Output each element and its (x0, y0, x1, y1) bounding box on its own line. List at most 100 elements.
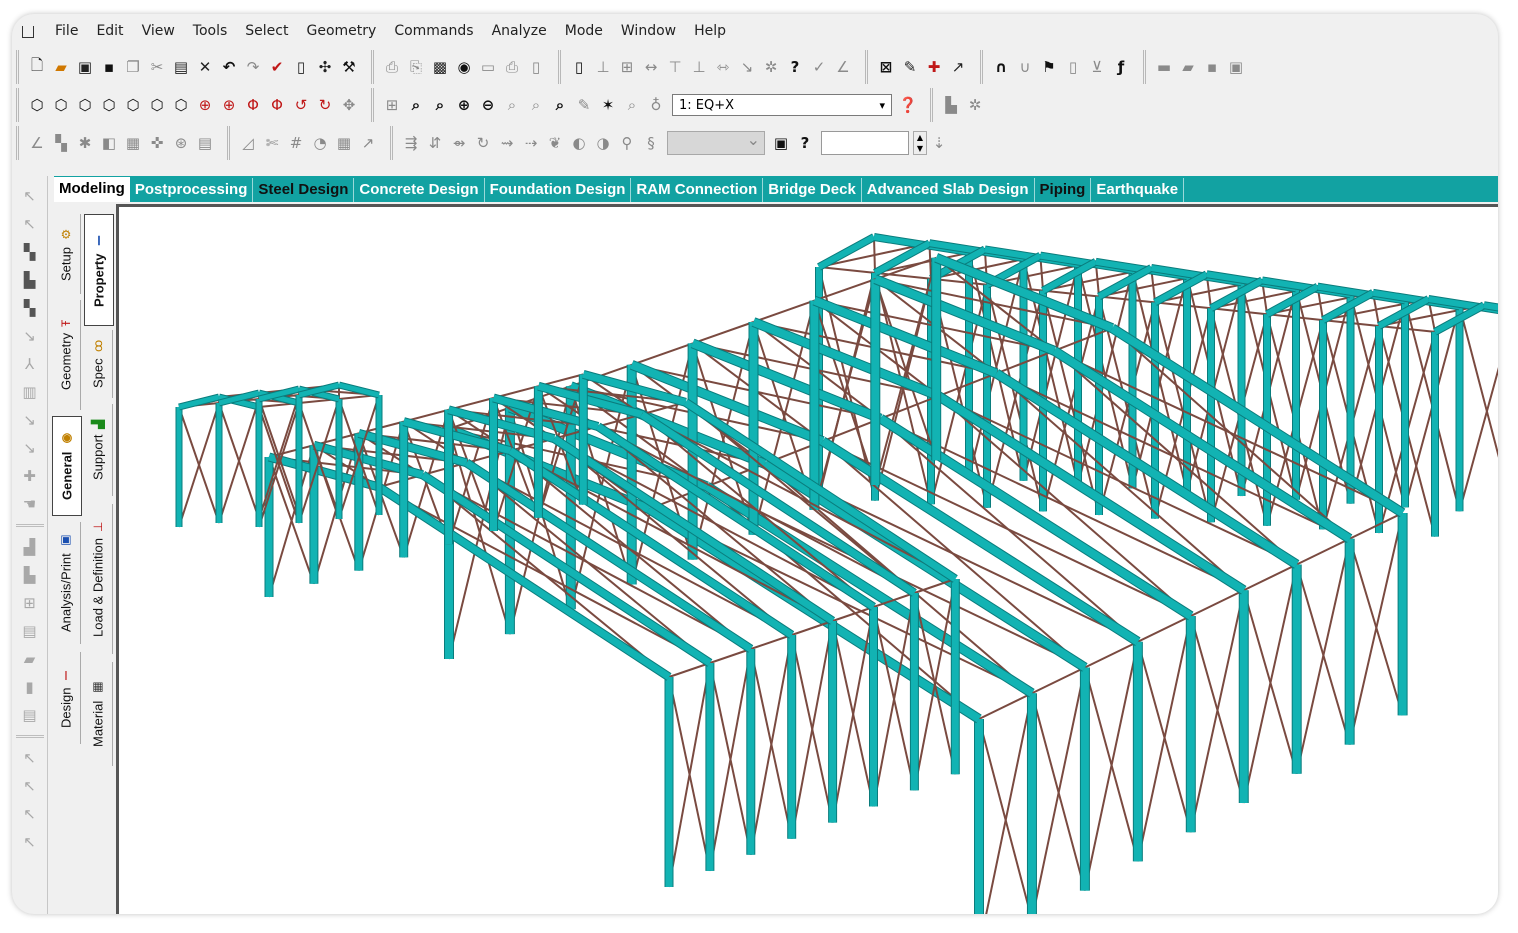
zoom-previous-icon[interactable]: ⌕ (502, 94, 522, 116)
paste-icon[interactable]: ▤ (171, 56, 191, 78)
menu-help[interactable]: Help (685, 23, 735, 39)
bracing-member[interactable] (1098, 295, 1156, 304)
page-icon[interactable]: ▯ (569, 56, 589, 78)
delete-icon[interactable]: ✕ (195, 56, 215, 78)
table-icon[interactable]: ▤ (195, 132, 215, 154)
print-preview-icon[interactable]: ⎘ (406, 56, 426, 78)
steel-member[interactable] (873, 240, 931, 276)
help-box-icon[interactable]: ? (795, 132, 815, 154)
results-e-icon[interactable]: ⇝ (497, 132, 517, 154)
brace-tool-icon[interactable]: ▰ (19, 648, 41, 670)
bracing-member[interactable] (1348, 512, 1404, 745)
bracing-member[interactable] (1189, 590, 1245, 833)
bracing-member[interactable] (1053, 327, 1113, 352)
mesh-icon[interactable]: ✚ (924, 56, 944, 78)
bracing-member[interactable] (692, 321, 754, 345)
pointer-line-icon[interactable]: ↗ (358, 132, 378, 154)
curve-icon[interactable]: ∪ (1015, 56, 1035, 78)
add-plate-icon[interactable]: ✱ (75, 132, 95, 154)
menu-commands[interactable]: Commands (385, 23, 482, 39)
rotate-up-icon[interactable]: ⊕ (195, 94, 215, 116)
tab-general[interactable]: General ◉ (52, 416, 82, 516)
steel-member[interactable] (817, 234, 876, 270)
bracing-member[interactable] (1031, 666, 1086, 695)
print-icon[interactable]: ⎙ (382, 56, 402, 78)
bracing-member[interactable] (1242, 564, 1298, 804)
section-icon[interactable]: ⊥ (689, 56, 709, 78)
dimension-tool-icon[interactable]: ▙ (19, 564, 41, 586)
report-tool-icon[interactable]: ▤ (19, 704, 41, 726)
new-file-icon[interactable]: 🗋 (27, 56, 47, 78)
bracing-member[interactable] (1137, 615, 1192, 643)
report-icon[interactable]: ▯ (291, 56, 311, 78)
circular-repeat-icon[interactable]: ⊛ (171, 132, 191, 154)
cursor-a-icon[interactable]: ↖ (19, 747, 41, 769)
results-h-icon[interactable]: ◐ (569, 132, 589, 154)
load-cursor-icon[interactable]: ↘ (19, 409, 41, 431)
label-icon[interactable]: ⊤ (665, 56, 685, 78)
pointer-query-icon[interactable]: ↘ (737, 56, 757, 78)
tab-load-definition[interactable]: Load & Definition ⊥ (84, 504, 113, 654)
view-back-icon[interactable]: ⬡ (75, 94, 95, 116)
geometry-cursor-icon[interactable]: ⅄ (19, 353, 41, 375)
results-g-icon[interactable]: ❦ (545, 132, 565, 154)
display-icon[interactable]: ⊞ (382, 94, 402, 116)
solid-cursor-icon[interactable]: ▚ (19, 297, 41, 319)
structure-wizard-icon[interactable]: ✣ (315, 56, 335, 78)
tab-ram-connection[interactable]: RAM Connection (631, 178, 764, 202)
bracing-member[interactable] (709, 648, 752, 664)
tab-geometry[interactable]: Geometry Ŧ (52, 300, 81, 410)
bracing-member[interactable] (979, 693, 1033, 914)
view-bottom-icon[interactable]: ⬡ (171, 94, 191, 116)
tab-postprocessing[interactable]: Postprocessing (130, 178, 254, 202)
arc-icon[interactable]: ◔ (310, 132, 330, 154)
steel-member[interactable] (878, 415, 1193, 620)
bracing-member[interactable] (1083, 641, 1139, 891)
redo-icon[interactable]: ↷ (243, 56, 263, 78)
apply-icon[interactable]: ⇣ (929, 132, 949, 154)
function-icon[interactable]: ƒ (1111, 56, 1131, 78)
bracing-member[interactable] (1084, 640, 1139, 669)
bracing-member[interactable] (749, 634, 793, 855)
add-beam-icon[interactable]: ▚ (51, 132, 71, 154)
generate-surface-icon[interactable]: ◿ (238, 132, 258, 154)
menu-select[interactable]: Select (236, 23, 297, 39)
view-right-icon[interactable]: ⬡ (123, 94, 143, 116)
bracing-member[interactable] (631, 342, 693, 366)
beam-query-icon[interactable]: ⊞ (617, 56, 637, 78)
results-f-icon[interactable]: ⇢ (521, 132, 541, 154)
save-view-icon[interactable]: ▬ (1154, 56, 1174, 78)
results-d-icon[interactable]: ↻ (473, 132, 493, 154)
menu-view[interactable]: View (133, 23, 184, 39)
model-viewport[interactable] (116, 204, 1498, 914)
bracing-member[interactable] (668, 662, 711, 678)
disk-icon[interactable]: ▪ (1202, 56, 1222, 78)
magic-wand-icon[interactable]: ✎ (900, 56, 920, 78)
generate-icon[interactable]: ↗ (948, 56, 968, 78)
open-folder-icon[interactable]: ▰ (51, 56, 71, 78)
tab-spec[interactable]: Spec ꝏ (84, 330, 113, 398)
rotate-down-icon[interactable]: ⊕ (219, 94, 239, 116)
tab-modeling[interactable]: Modeling (54, 177, 130, 202)
bracing-member[interactable] (872, 592, 916, 807)
results-select[interactable] (667, 130, 765, 155)
bracing-member[interactable] (1295, 538, 1351, 775)
beam-tool-icon[interactable]: ⊞ (19, 592, 41, 614)
bracing-member[interactable] (1190, 589, 1245, 617)
frame-icon[interactable]: ▦ (334, 132, 354, 154)
tab-setup[interactable]: Setup ⚙ (52, 214, 81, 294)
beam-cursor-icon[interactable]: ▚ (19, 241, 41, 263)
bracing-member[interactable] (1458, 313, 1499, 512)
results-j-icon[interactable]: ⚲ (617, 132, 637, 154)
arch-icon[interactable]: ∩ (991, 56, 1011, 78)
scale-input[interactable] (821, 131, 909, 155)
menu-analyze[interactable]: Analyze (483, 23, 556, 39)
view-iso-icon[interactable]: ⬡ (27, 94, 47, 116)
zoom-window-icon[interactable]: ⌕ (430, 94, 450, 116)
spin-right-icon[interactable]: ↻ (315, 94, 335, 116)
bracing-member[interactable] (791, 620, 833, 636)
structure-model-view[interactable] (119, 207, 1498, 914)
help-query-icon[interactable]: ? (785, 56, 805, 78)
bracing-member[interactable] (750, 634, 793, 650)
build-icon[interactable]: ⚒ (339, 56, 359, 78)
